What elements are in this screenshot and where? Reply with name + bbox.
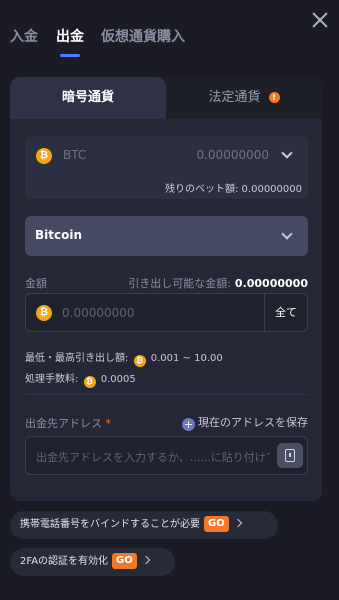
enable-2fa-text: 2FAの認証を有効化 [20, 556, 109, 567]
chevron-down-icon [281, 228, 293, 240]
bind-phone-prompt[interactable]: 携帯電話番号をバインドすることが必要 GO [10, 511, 278, 539]
network-select[interactable]: Bitcoin [25, 216, 308, 256]
enable-2fa-prompt[interactable]: 2FAの認証を有効化 GO [10, 548, 175, 576]
network-label: Bitcoin [35, 228, 83, 242]
go-badge: GO [112, 553, 137, 569]
close-icon[interactable] [310, 10, 330, 30]
fee-value: 0.0005 [100, 374, 136, 385]
bitcoin-icon: ₿ [133, 355, 146, 367]
tab-deposit[interactable]: 入金 [10, 26, 38, 46]
processing-fee: 処理手数料: ₿ 0.0005 [25, 370, 136, 388]
chevron-down-icon [281, 147, 293, 159]
limits-label: 最低・最高引き出し額: [25, 353, 129, 364]
chevron-right-icon [141, 555, 151, 565]
address-placeholder: 出金先アドレスを入力するか、......に貼り付けてください [36, 451, 270, 464]
bitcoin-icon: ₿ [83, 376, 96, 388]
segment-fiat[interactable]: 法定通貨! [166, 77, 322, 119]
withdraw-panel: 暗号通貨 法定通貨! ₿ BTC 0.00000000 残りのベット額: 0.0… [10, 77, 322, 501]
amount-field[interactable]: ₿ 0.00000000 全て [25, 293, 308, 332]
currency-type-switch: 暗号通貨 法定通貨! [10, 77, 322, 119]
segment-fiat-label: 法定通貨 [208, 90, 261, 105]
address-book-icon [285, 449, 295, 462]
amount-placeholder: 0.00000000 [62, 306, 135, 320]
segment-crypto[interactable]: 暗号通貨 [10, 77, 166, 119]
header: 入金 出金 仮想通貨購入 [0, 0, 339, 70]
segment-crypto-label: 暗号通貨 [61, 90, 114, 105]
currency-select[interactable]: ₿ BTC 0.00000000 残りのベット額: 0.00000000 [25, 136, 308, 199]
save-address-button[interactable]: + 現在のアドレスを保存 [182, 414, 308, 431]
remaining-bet-balance: 残りのベット額: 0.00000000 [165, 184, 302, 195]
currency-amount: 0.00000000 [196, 148, 269, 162]
address-label-text: 出金先アドレス [25, 417, 102, 430]
divider [25, 394, 308, 395]
fee-label: 処理手数料: [25, 374, 79, 385]
address-book-button[interactable] [277, 443, 303, 468]
withdraw-limits: 最低・最高引き出し額: ₿ 0.001 ~ 10.00 [25, 349, 223, 367]
tab-buy-crypto[interactable]: 仮想通貨購入 [101, 26, 185, 46]
bitcoin-icon: ₿ [36, 148, 52, 164]
bitcoin-icon: ₿ [36, 305, 52, 321]
available-amount: 引き出し可能な金額: 0.00000000 [128, 275, 308, 291]
available-label: 引き出し可能な金額: [128, 277, 231, 290]
active-tab-indicator [60, 54, 80, 57]
limits-value: 0.001 ~ 10.00 [150, 353, 223, 364]
tab-withdraw[interactable]: 出金 [56, 26, 84, 46]
go-badge: GO [204, 516, 229, 532]
warning-icon: ! [268, 92, 280, 103]
available-value: 0.00000000 [234, 277, 308, 290]
address-field[interactable]: 出金先アドレスを入力するか、......に貼り付けてください [25, 436, 308, 475]
bind-phone-text: 携帯電話番号をバインドすることが必要 [20, 519, 200, 530]
chevron-right-icon [233, 518, 242, 528]
plus-icon: + [182, 418, 195, 431]
save-address-label: 現在のアドレスを保存 [198, 416, 308, 429]
address-label: 出金先アドレス * [25, 415, 111, 431]
required-mark: * [105, 417, 112, 430]
currency-name: BTC [63, 148, 87, 162]
amount-label: 金額 [25, 277, 47, 290]
all-amount-button[interactable]: 全て [264, 294, 307, 331]
